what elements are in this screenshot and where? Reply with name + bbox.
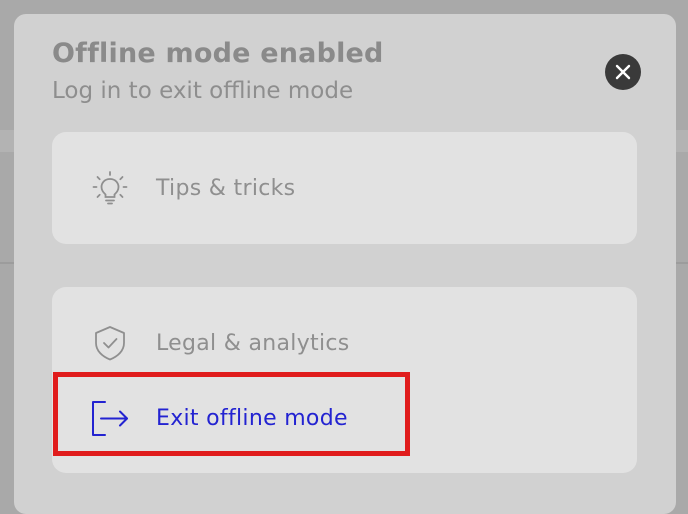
shield-check-icon	[90, 323, 130, 363]
close-button[interactable]	[605, 54, 641, 90]
sheet-title: Offline mode enabled	[52, 38, 384, 69]
tips-card: Tips & tricks	[52, 132, 637, 244]
lightbulb-icon	[90, 168, 130, 208]
highlight-box	[53, 372, 410, 456]
menu-item-legal[interactable]: Legal & analytics	[52, 323, 637, 363]
menu-item-tips-label: Tips & tricks	[156, 175, 296, 201]
menu-item-legal-label: Legal & analytics	[156, 330, 350, 356]
sheet-subtitle: Log in to exit offline mode	[52, 78, 354, 104]
close-icon	[615, 64, 631, 80]
menu-item-tips[interactable]: Tips & tricks	[52, 168, 637, 208]
